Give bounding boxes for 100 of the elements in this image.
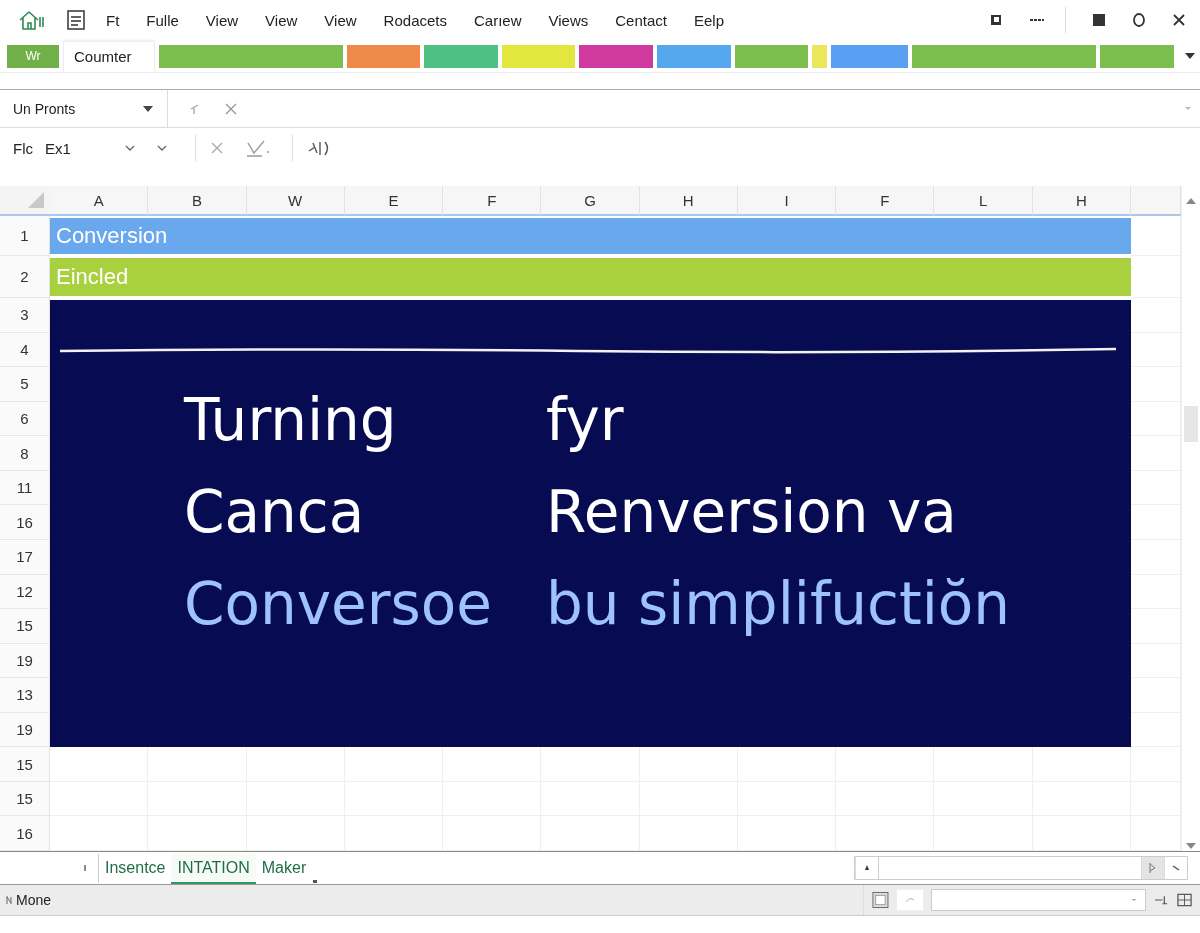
table-cell[interactable] [737, 816, 837, 851]
scrollbar-thumb[interactable] [1184, 406, 1198, 442]
tab-nav-icon[interactable] [82, 864, 88, 872]
sheet-tab[interactable]: INTATION [171, 854, 256, 884]
sheet-tab[interactable]: Maker [255, 854, 313, 884]
row-header[interactable]: 4 [0, 332, 50, 368]
table-cell[interactable] [50, 781, 149, 817]
name-box[interactable]: Un Pronts [0, 90, 168, 127]
row-header[interactable]: 3 [0, 298, 50, 333]
column-header[interactable]: G [541, 186, 640, 216]
scroll-up-icon[interactable] [1185, 196, 1197, 206]
row-header[interactable]: 15 [0, 609, 50, 644]
chevron-icon[interactable] [157, 145, 167, 151]
table-cell[interactable] [1131, 816, 1181, 851]
color-bar[interactable] [657, 44, 731, 68]
column-header[interactable]: W [246, 186, 345, 216]
color-bar[interactable] [346, 44, 421, 68]
scroll-right-icon[interactable] [1172, 864, 1180, 872]
table-cell[interactable] [1131, 216, 1181, 256]
ribbon-tab[interactable]: Coumter [63, 40, 155, 72]
table-cell[interactable] [443, 816, 542, 851]
close-icon[interactable] [1172, 13, 1186, 27]
column-header[interactable]: L [934, 186, 1033, 216]
cell-label: Flc [13, 139, 33, 157]
row-header[interactable]: 12 [0, 574, 50, 610]
curve-icon[interactable] [896, 889, 924, 911]
color-bar[interactable] [734, 44, 809, 68]
menu-item[interactable]: View [205, 11, 239, 29]
column-header[interactable]: I [737, 186, 837, 216]
row-header[interactable]: 16 [0, 505, 50, 540]
select-all-icon[interactable] [26, 190, 46, 210]
row-header[interactable]: 15 [0, 747, 50, 782]
menu-item[interactable]: Views [548, 11, 589, 29]
status-icon [6, 895, 12, 905]
row-header[interactable]: 6 [0, 401, 50, 437]
table-cell[interactable] [836, 816, 935, 851]
row-header[interactable]: 5 [0, 367, 50, 402]
color-bar[interactable] [501, 44, 576, 68]
table-cell[interactable] [934, 816, 1033, 851]
table-cell[interactable] [639, 816, 738, 851]
table-cell[interactable] [541, 816, 640, 851]
menu-item[interactable]: Rodacets [383, 11, 447, 29]
row-header[interactable]: 16 [0, 816, 50, 851]
zoom-field[interactable] [931, 889, 1146, 911]
row-header[interactable]: 8 [0, 436, 50, 471]
row-header[interactable]: 17 [0, 539, 50, 575]
menu-item[interactable]: Ft [106, 11, 120, 29]
column-header[interactable] [1131, 186, 1181, 216]
document-icon[interactable] [66, 9, 86, 31]
menu-item[interactable]: Eelp [693, 11, 724, 29]
column-header[interactable]: A [50, 186, 149, 216]
maximize-icon[interactable] [1092, 13, 1106, 27]
chevron-icon[interactable] [125, 145, 135, 151]
layout-icon[interactable] [1177, 892, 1192, 908]
color-bar[interactable] [831, 44, 909, 68]
status-text: Mone [16, 892, 52, 908]
table-cell[interactable] [246, 816, 345, 851]
table-cell[interactable] [50, 816, 149, 851]
caret-icon[interactable] [1184, 52, 1196, 60]
cancel-icon[interactable] [224, 101, 238, 116]
check-icon[interactable] [246, 139, 272, 157]
horizontal-scrollbar[interactable] [854, 856, 1188, 880]
table-cell[interactable] [1032, 816, 1131, 851]
menu-item[interactable]: View [324, 11, 357, 29]
column-header[interactable]: F [443, 186, 542, 216]
menu-item[interactable]: Centact [615, 11, 667, 29]
column-header[interactable]: H [1032, 186, 1131, 216]
table-cell[interactable] [1131, 747, 1181, 782]
table-cell[interactable] [148, 816, 247, 851]
color-bar[interactable] [579, 44, 654, 68]
color-bar[interactable] [812, 44, 828, 68]
image-icon[interactable] [872, 891, 889, 909]
scroll-down-icon[interactable] [1185, 841, 1197, 851]
cell-reference[interactable]: Ex1 [45, 139, 125, 157]
menu-item[interactable]: View [265, 11, 298, 29]
column-header[interactable]: E [344, 186, 444, 216]
cancel-icon[interactable] [210, 141, 224, 155]
table-cell[interactable] [1131, 256, 1181, 298]
row-header[interactable]: 11 [0, 470, 50, 506]
row-header[interactable]: 1 [0, 216, 50, 256]
table-cell[interactable] [344, 816, 444, 851]
home-icon[interactable] [18, 9, 46, 31]
column-header[interactable]: F [836, 186, 935, 216]
row-header[interactable]: 19 [0, 712, 50, 748]
column-header[interactable]: B [148, 186, 247, 216]
color-bar[interactable] [158, 44, 343, 68]
color-bar[interactable] [1100, 44, 1174, 68]
row-header[interactable]: 2 [0, 256, 50, 298]
menu-item[interactable]: Carıew [474, 11, 522, 29]
column-header[interactable]: H [639, 186, 738, 216]
slide-text: bu simplifuctiŏn [546, 569, 1011, 640]
menu-item[interactable]: Fulle [146, 11, 179, 29]
color-bar[interactable] [424, 44, 498, 68]
row-header[interactable]: 15 [0, 781, 50, 817]
row-header[interactable]: 13 [0, 678, 50, 713]
restore-icon[interactable] [989, 13, 1003, 27]
circle-icon[interactable] [1132, 12, 1146, 28]
minimize-icon[interactable] [1029, 17, 1045, 23]
row-header[interactable]: 19 [0, 643, 50, 679]
color-bar[interactable] [912, 44, 1097, 68]
